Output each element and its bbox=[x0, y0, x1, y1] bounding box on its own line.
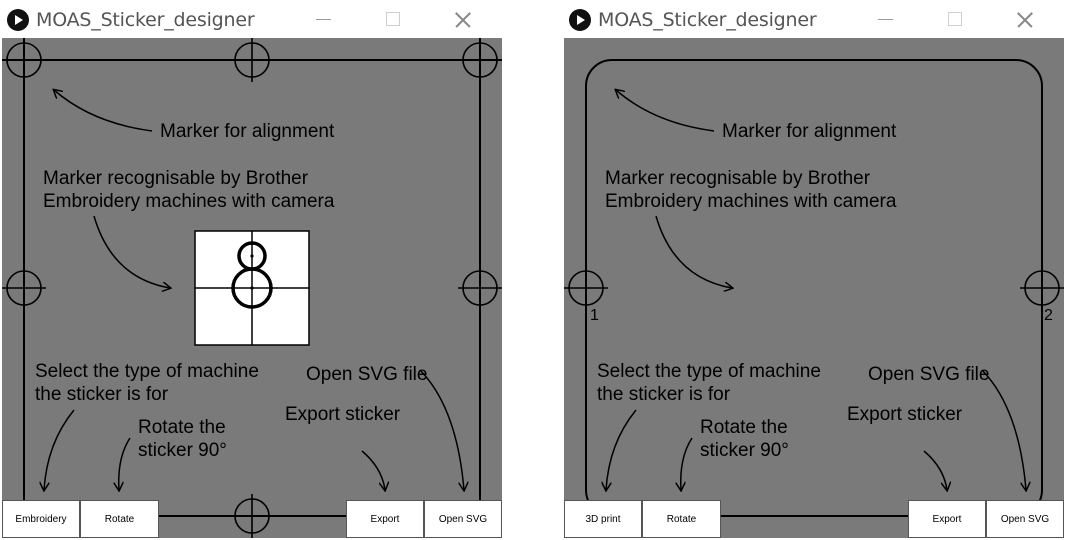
window-title: MOAS_Sticker_designer bbox=[36, 9, 255, 31]
annotation-arrows bbox=[606, 90, 1026, 490]
annotation-marker-alignment: Marker for alignment bbox=[722, 121, 897, 142]
crosshair-marker-top-center-icon bbox=[230, 38, 274, 82]
crosshair-marker-top-left-icon bbox=[2, 38, 46, 82]
annotation-brother-line1: Marker recognisable by Brother bbox=[43, 168, 309, 189]
annotation-rotate-line2: sticker 90° bbox=[700, 440, 789, 461]
minimize-button[interactable] bbox=[301, 3, 347, 35]
annotation-export: Export sticker bbox=[847, 404, 963, 425]
app-icon bbox=[7, 9, 29, 31]
crosshair-marker-right-icon bbox=[1020, 266, 1064, 310]
crosshair-marker-top-right-icon bbox=[458, 38, 502, 82]
annotation-rotate-line1: Rotate the bbox=[700, 417, 788, 438]
export-button[interactable]: Export bbox=[346, 500, 424, 538]
annotation-brother-line2: Embroidery machines with camera bbox=[605, 191, 897, 212]
open-svg-button[interactable]: Open SVG bbox=[986, 500, 1064, 538]
crosshair-marker-left-icon bbox=[2, 266, 46, 310]
title-bar[interactable]: MOAS_Sticker_designer bbox=[0, 0, 504, 38]
annotation-select-line2: the sticker is for bbox=[35, 384, 169, 405]
minimize-button[interactable] bbox=[863, 3, 909, 35]
sticker-canvas[interactable]: Marker for alignment Marker recognisable… bbox=[2, 38, 502, 538]
annotation-select-line1: Select the type of machine bbox=[35, 361, 259, 382]
export-button[interactable]: Export bbox=[908, 500, 986, 538]
open-svg-button[interactable]: Open SVG bbox=[424, 500, 502, 538]
sticker-drawing: Marker for alignment Marker recognisable… bbox=[2, 38, 502, 538]
annotation-rotate-line2: sticker 90° bbox=[138, 440, 227, 461]
machine-type-button[interactable]: 3D print bbox=[564, 500, 642, 538]
annotation-select-line2: the sticker is for bbox=[597, 384, 731, 405]
maximize-button[interactable] bbox=[932, 3, 978, 35]
minimize-icon bbox=[316, 19, 331, 20]
marker-label-left: 1 bbox=[590, 307, 599, 324]
annotation-open: Open SVG file bbox=[868, 364, 989, 385]
marker-label-right: 2 bbox=[1044, 307, 1053, 324]
brother-camera-marker-icon bbox=[194, 230, 310, 346]
close-icon bbox=[1002, 3, 1048, 35]
crosshair-marker-right-icon bbox=[458, 266, 502, 310]
machine-type-button[interactable]: Embroidery bbox=[2, 500, 80, 538]
annotation-export: Export sticker bbox=[285, 404, 401, 425]
annotation-marker-alignment: Marker for alignment bbox=[160, 121, 335, 142]
rotate-button[interactable]: Rotate bbox=[80, 500, 159, 538]
close-icon bbox=[440, 3, 486, 35]
rotate-button[interactable]: Rotate bbox=[642, 500, 721, 538]
title-bar[interactable]: MOAS_Sticker_designer bbox=[562, 0, 1066, 38]
annotation-brother-line2: Embroidery machines with camera bbox=[43, 191, 335, 212]
close-button[interactable] bbox=[440, 3, 486, 35]
window-3d-print: MOAS_Sticker_designer 1 2 Marker for ali… bbox=[562, 0, 1066, 540]
window-title: MOAS_Sticker_designer bbox=[598, 9, 817, 31]
sticker-drawing: 1 2 Marker for alignment Marker recognis… bbox=[564, 59, 1064, 517]
annotation-select-line1: Select the type of machine bbox=[597, 361, 821, 382]
window-embroidery: MOAS_Sticker_designer Marker for alignme… bbox=[0, 0, 504, 540]
maximize-icon bbox=[386, 12, 400, 26]
maximize-button[interactable] bbox=[370, 3, 416, 35]
maximize-icon bbox=[948, 12, 962, 26]
crosshair-marker-bottom-center-icon bbox=[230, 494, 274, 538]
app-icon bbox=[569, 9, 591, 31]
minimize-icon bbox=[878, 19, 893, 20]
close-button[interactable] bbox=[1002, 3, 1048, 35]
crosshair-marker-left-icon bbox=[564, 266, 608, 310]
annotation-open: Open SVG file bbox=[306, 364, 427, 385]
annotation-rotate-line1: Rotate the bbox=[138, 417, 226, 438]
sticker-canvas[interactable]: 1 2 Marker for alignment Marker recognis… bbox=[564, 38, 1064, 538]
annotation-brother-line1: Marker recognisable by Brother bbox=[605, 168, 871, 189]
